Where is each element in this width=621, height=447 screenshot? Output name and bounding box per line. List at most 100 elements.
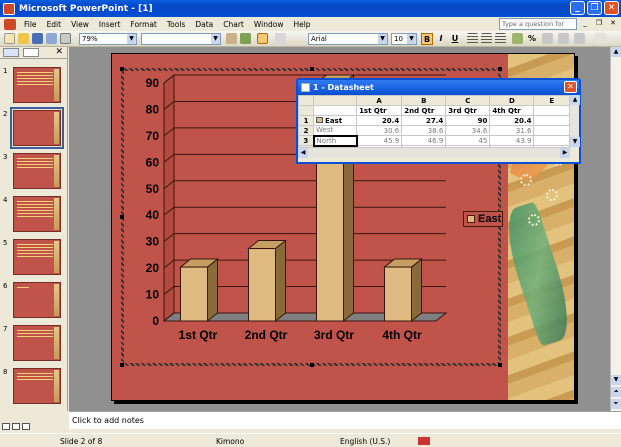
new-icon[interactable]	[4, 33, 15, 44]
cell[interactable]: 45	[445, 135, 491, 146]
datasheet-window[interactable]: 1 - Datasheet ✕ A B C D E 1st Qtr 2nd Qt…	[296, 78, 581, 164]
menu-tools[interactable]: Tools	[162, 20, 190, 29]
resize-handle[interactable]	[120, 363, 124, 367]
resize-handle[interactable]	[310, 67, 314, 71]
font-select[interactable]: Arial ▼	[308, 33, 388, 45]
resize-handle[interactable]	[120, 215, 124, 219]
increase-decimal-icon[interactable]	[558, 33, 569, 44]
cell[interactable]	[313, 105, 358, 116]
menu-data[interactable]: Data	[190, 20, 218, 29]
row-header[interactable]	[297, 105, 315, 116]
cell[interactable]: 43.9	[489, 135, 535, 146]
tab-outline[interactable]	[3, 48, 19, 57]
decrease-decimal-icon[interactable]	[574, 33, 585, 44]
cell[interactable]	[533, 105, 570, 116]
column-header[interactable]	[313, 95, 358, 106]
row-header[interactable]: 1	[297, 115, 315, 126]
underline-button[interactable]: U	[449, 33, 461, 45]
menu-chart[interactable]: Chart	[218, 20, 249, 29]
menu-format[interactable]: Format	[125, 20, 161, 29]
doc-close-button[interactable]: ✕	[607, 18, 619, 29]
format-chart-icon[interactable]	[226, 33, 237, 44]
scroll-left-icon[interactable]: ◀	[298, 148, 308, 158]
resize-handle[interactable]	[498, 67, 502, 71]
cell[interactable]	[533, 115, 570, 126]
doc-minimize-button[interactable]: _	[579, 18, 591, 29]
chevron-down-icon[interactable]: ▼	[211, 34, 220, 44]
datasheet-vertical-scrollbar[interactable]: ▲ ▼	[569, 95, 580, 147]
cell-series-label[interactable]: West	[313, 125, 358, 136]
menu-file[interactable]: File	[19, 20, 42, 29]
cell[interactable]: 2nd Qtr	[401, 105, 447, 116]
slide-thumbnail-4[interactable]	[13, 196, 61, 232]
cell[interactable]: 30.6	[356, 125, 403, 136]
scroll-down-icon[interactable]: ▼	[570, 137, 580, 147]
chevron-down-icon[interactable]: ▼	[407, 34, 416, 44]
permission-icon[interactable]	[46, 33, 57, 44]
next-slide-icon[interactable]: ⏷	[611, 399, 621, 409]
italic-button[interactable]: I	[435, 33, 447, 45]
menu-window[interactable]: Window	[249, 20, 289, 29]
menu-help[interactable]: Help	[288, 20, 315, 29]
cell-series-label-active[interactable]: North	[312, 134, 358, 147]
resize-handle[interactable]	[120, 67, 124, 71]
cell[interactable]: 20.4	[489, 115, 535, 126]
resize-handle[interactable]	[498, 363, 502, 367]
save-icon[interactable]	[32, 33, 43, 44]
slide-vertical-scrollbar[interactable]: ▲ ▼ ⏶ ⏷	[610, 47, 621, 411]
cell[interactable]	[533, 125, 570, 136]
spelling-icon[interactable]	[418, 437, 430, 445]
cell[interactable]: 1st Qtr	[356, 105, 403, 116]
align-right-icon[interactable]	[495, 33, 506, 44]
toolbar-options-icon[interactable]	[595, 33, 606, 44]
datasheet-icon[interactable]	[257, 33, 268, 44]
datasheet-title-bar[interactable]: 1 - Datasheet	[298, 80, 579, 95]
close-icon[interactable]: ✕	[55, 47, 63, 57]
align-left-icon[interactable]	[467, 33, 478, 44]
cell[interactable]: 20.4	[356, 115, 403, 126]
cell[interactable]: 3rd Qtr	[445, 105, 491, 116]
chevron-down-icon[interactable]: ▼	[127, 34, 136, 44]
restore-button[interactable]: ❐	[587, 1, 602, 15]
slide-thumbnail-1[interactable]	[13, 67, 61, 103]
normal-view-icon[interactable]	[2, 423, 10, 430]
cell[interactable]: 45.9	[356, 135, 403, 146]
slide-thumbnail-6[interactable]	[13, 282, 61, 318]
chevron-down-icon[interactable]: ▼	[378, 34, 387, 44]
cell-series-label[interactable]: East	[313, 115, 358, 126]
slide-thumbnail-2[interactable]	[10, 107, 64, 149]
column-header[interactable]: C	[445, 95, 491, 106]
percent-button[interactable]: %	[526, 33, 538, 45]
row-header[interactable]: 3	[297, 135, 315, 146]
scroll-up-icon[interactable]: ▲	[611, 47, 621, 57]
slide-thumbnail-7[interactable]	[13, 325, 61, 361]
cell[interactable]: 34.6	[445, 125, 491, 136]
help-search-input[interactable]: Type a question for help	[499, 18, 577, 38]
scroll-down-icon[interactable]: ▼	[611, 375, 621, 385]
chart-objects-select[interactable]: ▼	[141, 33, 221, 45]
print-icon[interactable]	[60, 33, 71, 44]
font-size-select[interactable]: 10 ▼	[391, 33, 417, 45]
row-header[interactable]: 2	[297, 125, 315, 136]
minimize-button[interactable]: _	[570, 1, 585, 15]
chart-legend[interactable]: East	[463, 211, 503, 227]
datasheet-close-button[interactable]: ✕	[564, 81, 577, 93]
tab-slides[interactable]	[23, 48, 39, 57]
cell[interactable]: 38.6	[401, 125, 447, 136]
slide-thumbnail-8[interactable]	[13, 368, 61, 404]
cell[interactable]: 31.6	[489, 125, 535, 136]
column-header[interactable]: D	[489, 95, 535, 106]
document-icon[interactable]	[4, 18, 16, 30]
slide-sorter-view-icon[interactable]	[12, 423, 20, 430]
import-file-icon[interactable]	[240, 33, 251, 44]
column-header[interactable]: A	[356, 95, 403, 106]
comma-style-icon[interactable]	[542, 33, 553, 44]
cell[interactable]: 90	[445, 115, 491, 126]
scroll-right-icon[interactable]: ▶	[560, 148, 570, 158]
doc-restore-button[interactable]: ❐	[593, 18, 605, 29]
column-header[interactable]: E	[533, 95, 570, 106]
menu-edit[interactable]: Edit	[42, 20, 67, 29]
corner-cell[interactable]	[297, 95, 315, 106]
slide-thumbnail-3[interactable]	[13, 153, 61, 189]
cell[interactable]	[533, 135, 570, 146]
